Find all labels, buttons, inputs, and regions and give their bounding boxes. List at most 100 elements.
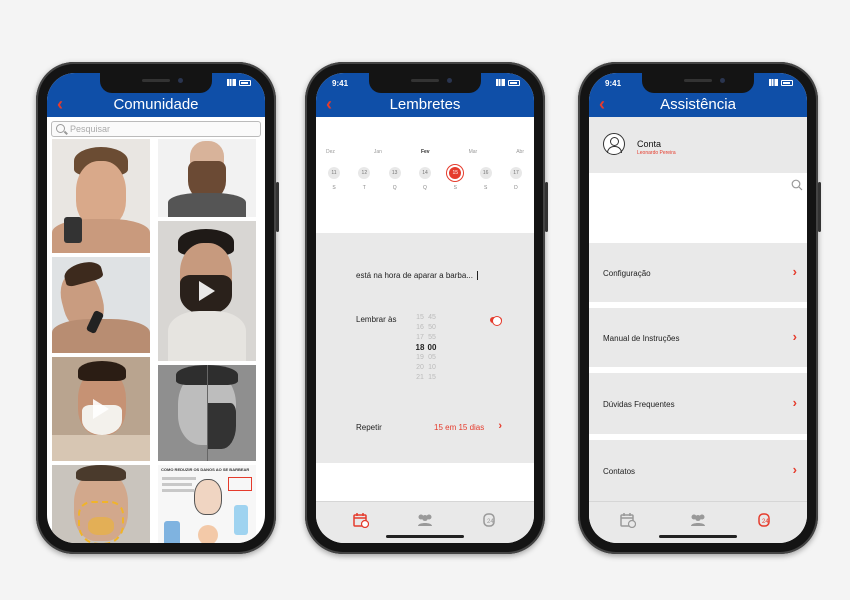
minute-option[interactable]: 10 [420, 363, 444, 373]
support-icon: 24 [483, 513, 495, 527]
notch [369, 73, 481, 93]
day-button[interactable]: 14 [418, 167, 431, 179]
menu-item-configuracao[interactable]: Configuração › [589, 243, 807, 305]
screen-assistencia: 9:41 ‹ Assistência Conta Leonardo Pereir… [589, 73, 807, 543]
tab-bar: 24 [589, 501, 807, 543]
tab-lembretes[interactable] [350, 511, 372, 529]
menu-label: Dúvidas Frequentes [603, 400, 675, 409]
day-button-selected[interactable]: 15 [449, 167, 462, 179]
minute-option-selected[interactable]: 00 [420, 343, 444, 353]
search-input[interactable]: Pesquisar [51, 121, 261, 137]
account-row[interactable]: Conta Leonardo Pereira [589, 117, 807, 173]
tab-comunidade[interactable] [414, 511, 436, 529]
tab-assistencia[interactable]: 24 [753, 511, 775, 529]
menu-label: Contatos [603, 467, 636, 476]
status-icons [227, 79, 251, 86]
svg-text:24: 24 [762, 519, 769, 525]
minute-option[interactable]: 05 [420, 353, 444, 363]
calendar-strip: Dez Jan Fev Mar Abr 11 12 13 14 15 16 17… [316, 117, 534, 233]
tab-assistencia[interactable]: 24 [478, 511, 500, 529]
month-label-active[interactable]: Fev [421, 149, 430, 155]
search-area[interactable] [589, 173, 807, 239]
back-chevron-icon[interactable]: ‹ [599, 93, 605, 115]
header: ‹ Comunidade [47, 93, 265, 117]
menu-item-duvidas[interactable]: Dúvidas Frequentes › [589, 373, 807, 437]
text-cursor [476, 271, 478, 281]
battery-icon [239, 79, 251, 86]
search-icon[interactable] [791, 179, 803, 191]
screen-lembretes: 9:41 ‹ Lembretes Dez Jan Fev Mar Abr 11 … [316, 73, 534, 543]
support-icon: 24 [758, 513, 770, 527]
post-article-infographic[interactable]: COMO REDUZIR OS DANOS AO SE BARBEAR [158, 465, 256, 543]
repeat-label: Repetir [356, 423, 382, 432]
post-image-long-beard[interactable] [158, 139, 256, 217]
weekday-label: Q [392, 185, 397, 191]
minute-option[interactable]: 15 [420, 373, 444, 383]
battery-icon [508, 79, 520, 86]
article-title: COMO REDUZIR OS DANOS AO SE BARBEAR [161, 467, 250, 472]
minute-option[interactable]: 55 [420, 333, 444, 343]
tab-bar: 24 [316, 501, 534, 543]
weekday-label: S [483, 185, 488, 191]
header: ‹ Lembretes [316, 93, 534, 117]
menu-item-manual[interactable]: Manual de Instruções › [589, 308, 807, 370]
weekday-label: S [453, 185, 457, 191]
community-icon [418, 514, 432, 526]
post-image-guide[interactable] [52, 465, 150, 543]
header: ‹ Assistência [589, 93, 807, 117]
status-icons [496, 79, 520, 86]
play-icon[interactable] [199, 281, 215, 301]
day-button[interactable]: 13 [388, 167, 401, 179]
day-button[interactable]: 12 [358, 167, 371, 179]
post-video-styling[interactable] [158, 221, 256, 361]
search-placeholder: Pesquisar [70, 124, 111, 134]
back-chevron-icon[interactable]: ‹ [326, 93, 332, 115]
month-label[interactable]: Mar [469, 149, 478, 155]
day-button[interactable]: 16 [479, 167, 492, 179]
post-video-foam[interactable] [52, 357, 150, 461]
community-icon [691, 514, 705, 526]
weekday-row: S T Q Q S S D [328, 185, 522, 191]
post-image-split-face[interactable] [158, 365, 256, 461]
page-title: Comunidade [113, 96, 199, 113]
weekday-label: S [332, 185, 336, 191]
status-icons [769, 79, 793, 86]
menu-item-contatos[interactable]: Contatos › [589, 440, 807, 504]
reminder-toggle[interactable] [490, 316, 502, 326]
tab-lembretes[interactable] [617, 511, 639, 529]
month-label[interactable]: Abr [516, 149, 524, 155]
page-title: Assistência [660, 96, 736, 113]
weekday-label: D [514, 185, 518, 191]
screen-comunidade: ‹ Comunidade Pesquisar COMO REDUZIR OS D… [47, 73, 265, 543]
day-button[interactable]: 17 [509, 167, 522, 179]
weekday-label: T [362, 185, 366, 191]
repeat-value[interactable]: 15 em 15 dias [434, 423, 484, 432]
status-time: 9:41 [605, 79, 622, 88]
account-name: Conta [637, 139, 662, 149]
month-row: Dez Jan Fev Mar Abr [326, 149, 524, 155]
minute-option[interactable]: 50 [420, 323, 444, 333]
back-chevron-icon[interactable]: ‹ [57, 93, 63, 115]
month-label[interactable]: Jan [374, 149, 382, 155]
reminder-message-field[interactable]: está na hora de aparar a barba... [356, 271, 478, 281]
minute-option[interactable]: 45 [420, 313, 444, 323]
signal-icon [227, 79, 236, 86]
minute-picker[interactable]: 45 50 55 00 05 10 15 [420, 313, 444, 383]
tab-comunidade[interactable] [687, 511, 709, 529]
reminder-message: está na hora de aparar a barba... [356, 271, 473, 280]
play-icon[interactable] [93, 399, 109, 419]
svg-text:24: 24 [487, 519, 494, 525]
chevron-right-icon: › [792, 395, 797, 410]
chevron-right-icon: › [792, 264, 797, 279]
side-button [545, 182, 548, 232]
post-image-shaving[interactable] [52, 139, 150, 253]
side-button [818, 182, 821, 232]
day-button[interactable]: 11 [328, 167, 340, 179]
chevron-right-icon: › [792, 329, 797, 344]
user-icon [603, 133, 625, 155]
month-label[interactable]: Dez [326, 149, 335, 155]
post-image-shaving-2[interactable] [52, 257, 150, 353]
chevron-right-icon[interactable]: › [498, 420, 502, 432]
side-button [276, 182, 279, 232]
menu-label: Configuração [603, 269, 651, 278]
